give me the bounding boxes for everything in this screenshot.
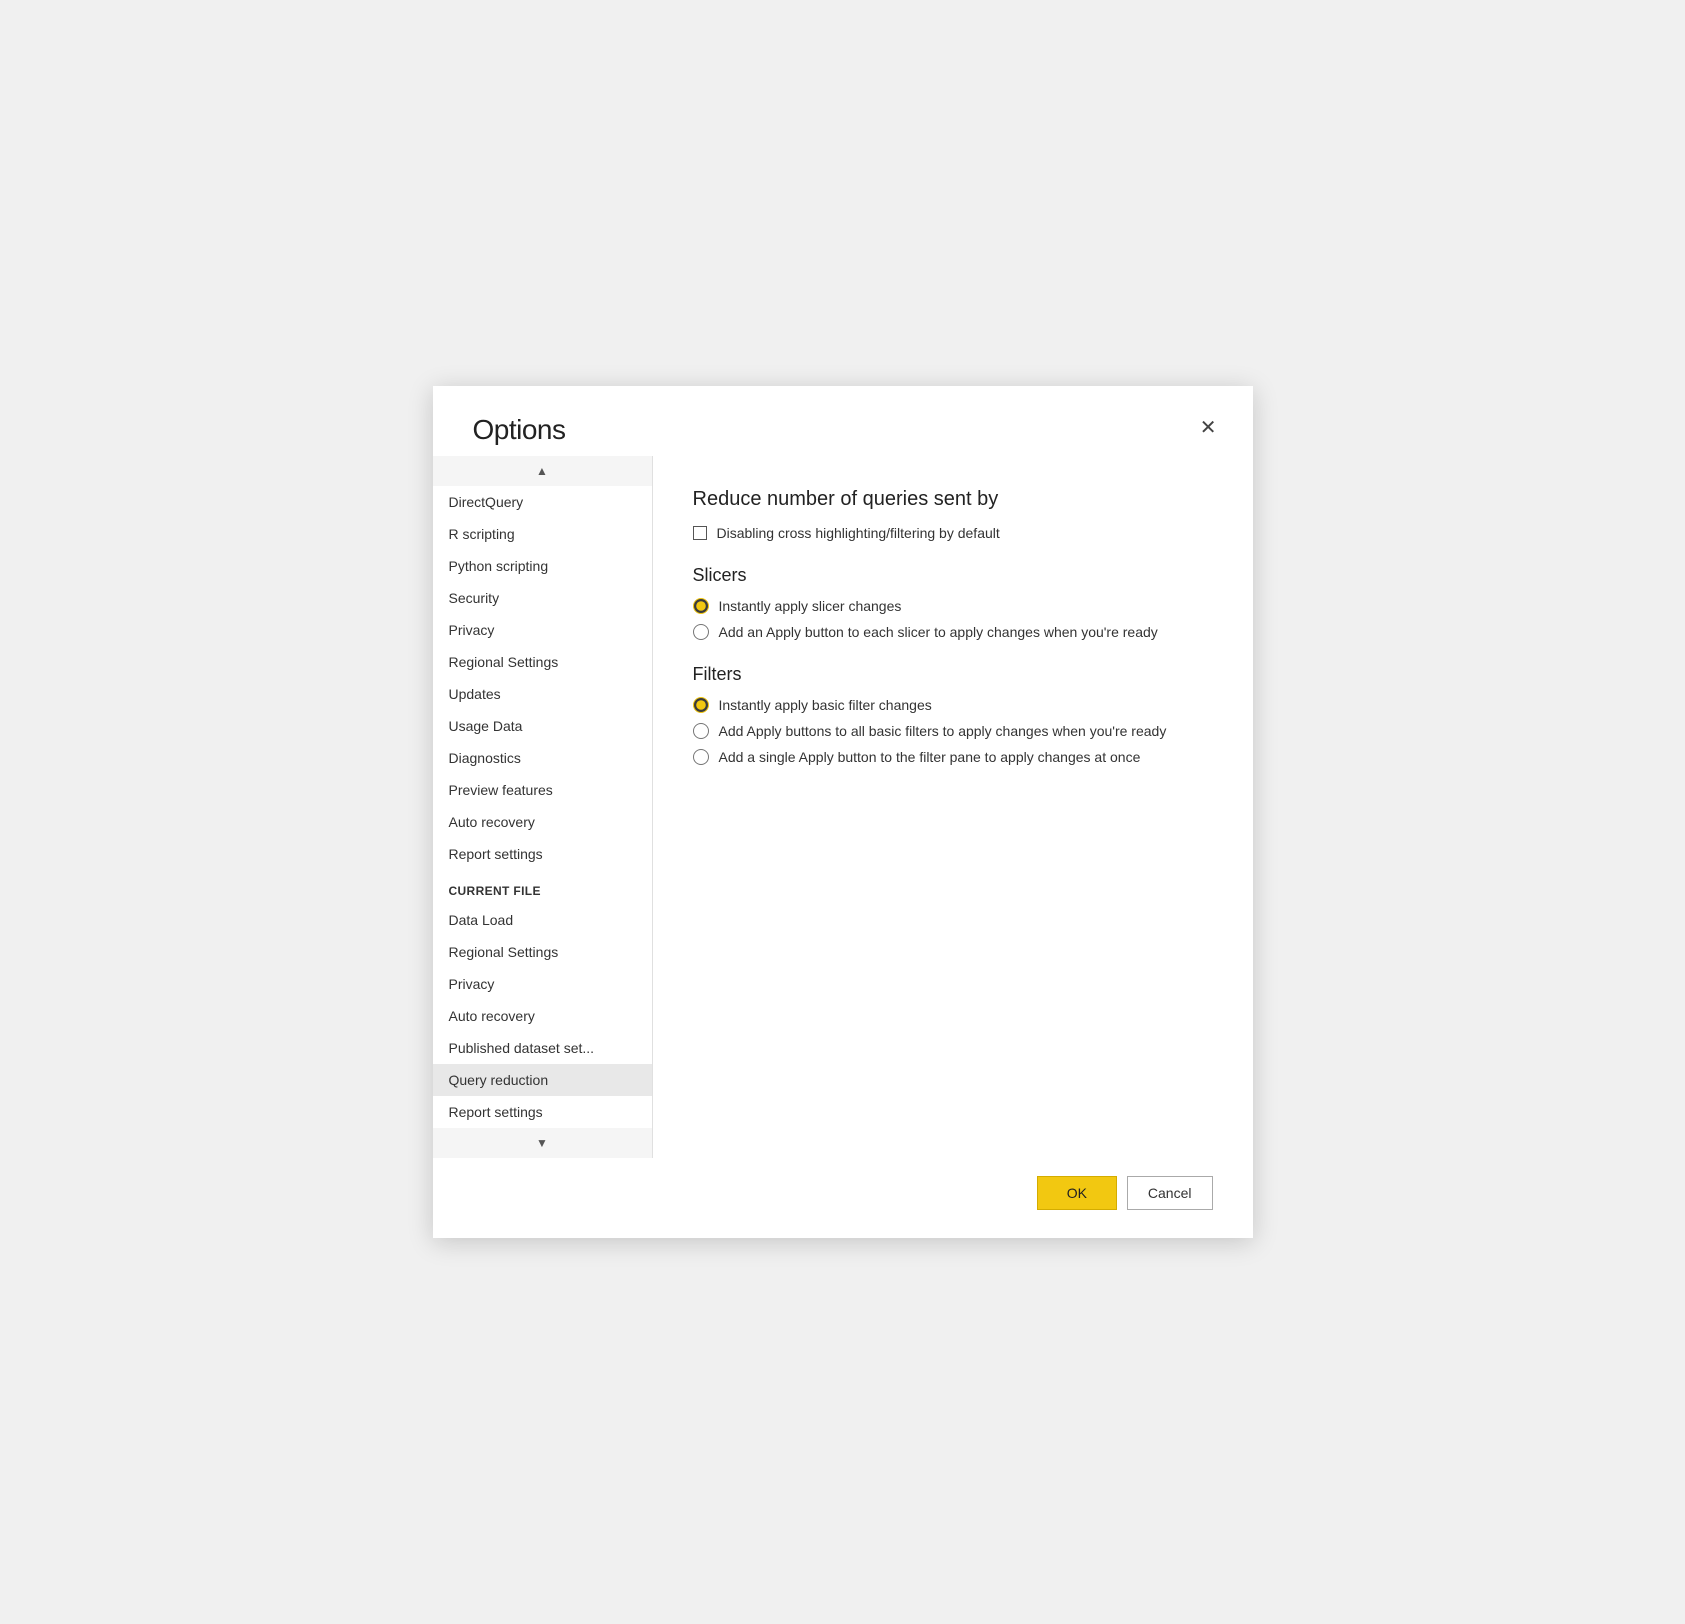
filter-apply-all-label: Add Apply buttons to all basic filters t… [719, 723, 1167, 739]
sidebar-item-cf-auto-recovery[interactable]: Auto recovery [433, 1000, 652, 1032]
slicers-heading: Slicers [693, 565, 1213, 586]
sidebar-item-security[interactable]: Security [433, 582, 652, 614]
main-heading: Reduce number of queries sent by [693, 488, 1213, 511]
sidebar-item-published-dataset[interactable]: Published dataset set... [433, 1032, 652, 1064]
filters-radio-group: Instantly apply basic filter changes Add … [693, 697, 1213, 765]
filter-instant-radio[interactable] [693, 697, 709, 713]
filter-single-apply-radio[interactable] [693, 749, 709, 765]
filter-apply-all-radio[interactable] [693, 723, 709, 739]
current-file-label: CURRENT FILE [433, 870, 652, 904]
cross-highlight-row: Disabling cross highlighting/filtering b… [693, 525, 1213, 541]
filter-radio-row-0: Instantly apply basic filter changes [693, 697, 1213, 713]
filters-heading: Filters [693, 664, 1213, 685]
dialog-title: Options [473, 414, 566, 446]
global-nav: DirectQueryR scriptingPython scriptingSe… [433, 486, 652, 870]
sidebar-item-privacy[interactable]: Privacy [433, 614, 652, 646]
scroll-up-arrow[interactable]: ▲ [433, 456, 652, 486]
close-button[interactable]: ✕ [1196, 418, 1221, 438]
sidebar-item-regional-settings[interactable]: Regional Settings [433, 646, 652, 678]
sidebar-item-preview-features[interactable]: Preview features [433, 774, 652, 806]
sidebar-item-cf-report-settings[interactable]: Report settings [433, 1096, 652, 1128]
sidebar-item-updates[interactable]: Updates [433, 678, 652, 710]
sidebar-scroll: DirectQueryR scriptingPython scriptingSe… [433, 486, 652, 1128]
filter-instant-label: Instantly apply basic filter changes [719, 697, 932, 713]
current-file-nav: Data LoadRegional SettingsPrivacyAuto re… [433, 904, 652, 1128]
cross-highlight-checkbox[interactable] [693, 526, 707, 540]
sidebar-item-cf-privacy[interactable]: Privacy [433, 968, 652, 1000]
cancel-button[interactable]: Cancel [1127, 1176, 1213, 1210]
dialog-header: Options ✕ [433, 386, 1253, 456]
sidebar-item-usage-data[interactable]: Usage Data [433, 710, 652, 742]
slicer-radio-row-0: Instantly apply slicer changes [693, 598, 1213, 614]
filter-radio-row-1: Add Apply buttons to all basic filters t… [693, 723, 1213, 739]
scroll-down-arrow[interactable]: ▼ [433, 1128, 652, 1158]
sidebar-item-report-settings[interactable]: Report settings [433, 838, 652, 870]
sidebar-item-r-scripting[interactable]: R scripting [433, 518, 652, 550]
ok-button[interactable]: OK [1037, 1176, 1117, 1210]
slicers-radio-group: Instantly apply slicer changes Add an App… [693, 598, 1213, 640]
sidebar: ▲ DirectQueryR scriptingPython scripting… [433, 456, 653, 1158]
sidebar-item-python-scripting[interactable]: Python scripting [433, 550, 652, 582]
sidebar-item-data-load[interactable]: Data Load [433, 904, 652, 936]
sidebar-item-auto-recovery[interactable]: Auto recovery [433, 806, 652, 838]
sidebar-item-query-reduction[interactable]: Query reduction [433, 1064, 652, 1096]
sidebar-item-diagnostics[interactable]: Diagnostics [433, 742, 652, 774]
slicer-apply-btn-radio[interactable] [693, 624, 709, 640]
filter-single-apply-label: Add a single Apply button to the filter … [719, 749, 1141, 765]
cross-highlight-label: Disabling cross highlighting/filtering b… [717, 525, 1000, 541]
dialog-body: ▲ DirectQueryR scriptingPython scripting… [433, 456, 1253, 1158]
dialog-footer: OK Cancel [433, 1158, 1253, 1238]
filter-radio-row-2: Add a single Apply button to the filter … [693, 749, 1213, 765]
slicer-radio-row-1: Add an Apply button to each slicer to ap… [693, 624, 1213, 640]
sidebar-item-directquery[interactable]: DirectQuery [433, 486, 652, 518]
content-panel: Reduce number of queries sent by Disabli… [653, 456, 1253, 1158]
slicer-instant-radio[interactable] [693, 598, 709, 614]
sidebar-item-cf-regional-settings[interactable]: Regional Settings [433, 936, 652, 968]
options-dialog: Options ✕ ▲ DirectQueryR scriptingPython… [433, 386, 1253, 1238]
slicer-instant-label: Instantly apply slicer changes [719, 598, 902, 614]
slicer-apply-btn-label: Add an Apply button to each slicer to ap… [719, 624, 1158, 640]
